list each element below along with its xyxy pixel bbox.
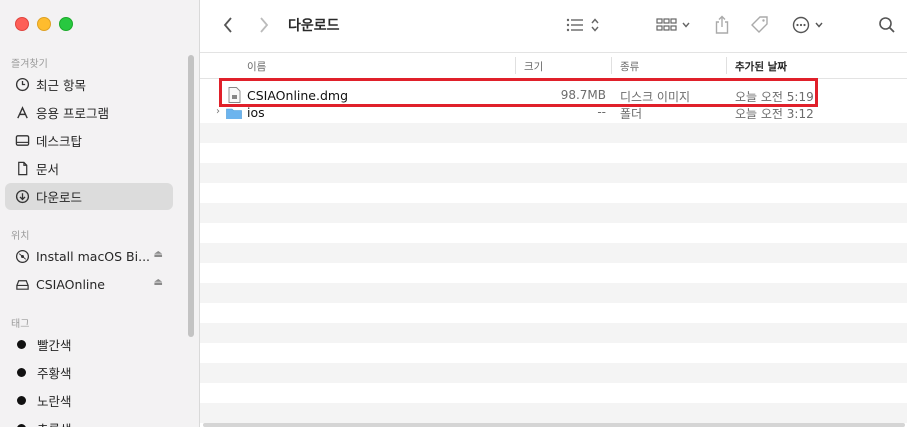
sidebar-item-label: 주황색 <box>37 366 72 381</box>
sidebar-tag-orange[interactable]: 주황색 <box>5 359 173 386</box>
back-button[interactable] <box>220 14 236 36</box>
ellipsis-circle-icon <box>792 16 823 34</box>
empty-row <box>200 163 907 183</box>
empty-row <box>200 363 907 383</box>
sidebar-item-documents[interactable]: 문서 <box>5 155 173 182</box>
file-date: 오늘 오전 5:19 <box>735 90 814 104</box>
sidebar-item-label: 노란색 <box>37 394 72 409</box>
share-button[interactable] <box>712 14 732 36</box>
sidebar-item-label: 다운로드 <box>36 190 83 205</box>
tag-icon <box>751 16 768 33</box>
tag-dot-icon <box>17 340 26 349</box>
file-size: -- <box>597 105 606 119</box>
search-button[interactable] <box>877 14 897 36</box>
download-icon <box>14 189 30 205</box>
sidebar-item-label: 응용 프로그램 <box>36 106 109 121</box>
sidebar-tag-green[interactable]: 초록색 <box>5 415 173 427</box>
tags-title: 태그 <box>11 319 30 330</box>
chevron-left-icon <box>223 17 232 33</box>
empty-row <box>200 283 907 303</box>
empty-row <box>200 203 907 223</box>
column-divider[interactable] <box>515 57 516 74</box>
sidebar-tag-yellow[interactable]: 노란색 <box>5 387 173 414</box>
drive-icon <box>14 277 30 293</box>
sidebar-item-label: 초록색 <box>37 419 72 427</box>
empty-row <box>200 243 907 263</box>
tag-dot-icon <box>17 396 26 405</box>
tag-dot-icon <box>17 368 26 377</box>
chevron-right-icon <box>260 17 269 33</box>
zoom-button[interactable] <box>59 17 73 31</box>
sidebar-item-label: Install macOS Bi... <box>36 249 151 264</box>
sidebar-item-downloads[interactable]: 다운로드 <box>5 183 173 210</box>
column-size[interactable]: 크기 <box>524 59 543 74</box>
clock-icon <box>14 77 30 93</box>
column-name[interactable]: 이름 <box>247 59 266 74</box>
file-date: 오늘 오전 3:12 <box>735 107 814 119</box>
locations-title: 위치 <box>11 231 30 242</box>
sidebar-item-install-macos[interactable]: Install macOS Bi... ⏏ <box>5 243 173 270</box>
file-name: ios <box>247 105 265 119</box>
sidebar-item-recents[interactable]: 최근 항목 <box>5 71 173 98</box>
file-list: CSIAOnline.dmg 98.7MB 디스크 이미지 오늘 오전 5:19… <box>200 78 907 427</box>
file-row[interactable]: › ios -- 폴더 오늘 오전 3:12 <box>200 105 907 119</box>
folder-icon <box>226 107 242 119</box>
dmg-file-icon <box>228 87 241 106</box>
file-kind: 디스크 이미지 <box>620 90 691 104</box>
tags-button[interactable] <box>749 14 771 36</box>
toolbar: 다운로드 <box>200 0 907 52</box>
file-row[interactable]: CSIAOnline.dmg 98.7MB 디스크 이미지 오늘 오전 5:19 <box>200 85 907 105</box>
sidebar-tag-red[interactable]: 빨간색 <box>5 331 173 358</box>
file-name: CSIAOnline.dmg <box>247 88 349 103</box>
grid-group-icon <box>656 18 690 31</box>
column-divider[interactable] <box>611 57 612 74</box>
sidebar-item-label: 빨간색 <box>37 338 72 353</box>
document-icon <box>14 161 30 177</box>
eject-icon[interactable]: ⏏ <box>154 277 163 288</box>
sidebar-item-csiaonline[interactable]: CSIAOnline ⏏ <box>5 271 173 298</box>
view-list-button[interactable] <box>566 14 606 36</box>
desktop-icon <box>14 133 30 149</box>
sidebar: 즐겨찾기 최근 항목 응용 프로그램 데스크탑 문서 다운로드 위치 Insta… <box>0 0 200 427</box>
column-divider[interactable] <box>726 57 727 74</box>
sidebar-item-label: 데스크탑 <box>36 134 83 149</box>
disclosure-chevron-icon[interactable]: › <box>216 106 220 117</box>
applications-icon <box>14 105 30 121</box>
sidebar-item-label: 최근 항목 <box>36 78 86 93</box>
window-title: 다운로드 <box>288 18 340 34</box>
eject-icon[interactable]: ⏏ <box>154 249 163 260</box>
horizontal-scrollbar[interactable] <box>203 423 905 427</box>
disk-image-icon <box>14 249 30 265</box>
empty-row <box>200 403 907 423</box>
empty-row <box>200 123 907 143</box>
group-button[interactable] <box>656 14 696 36</box>
column-header: 이름 크기 종류 추가된 날짜 <box>200 52 907 79</box>
sidebar-scrollbar[interactable] <box>188 55 194 337</box>
column-kind[interactable]: 종류 <box>620 59 639 74</box>
search-icon <box>879 17 895 33</box>
more-actions-button[interactable] <box>792 14 830 36</box>
sidebar-item-applications[interactable]: 응용 프로그램 <box>5 99 173 126</box>
file-kind: 폴더 <box>620 107 643 119</box>
share-icon <box>715 15 729 34</box>
file-size: 98.7MB <box>560 88 606 102</box>
sidebar-item-label: 문서 <box>36 162 60 177</box>
close-button[interactable] <box>15 17 29 31</box>
sidebar-item-desktop[interactable]: 데스크탑 <box>5 127 173 154</box>
empty-row <box>200 323 907 343</box>
minimize-button[interactable] <box>37 17 51 31</box>
sidebar-item-label: CSIAOnline <box>36 277 106 292</box>
column-date-added[interactable]: 추가된 날짜 <box>735 59 787 74</box>
window-controls <box>15 17 73 31</box>
forward-button[interactable] <box>256 14 272 36</box>
favorites-title: 즐겨찾기 <box>11 59 48 70</box>
list-view-icon <box>566 18 599 32</box>
